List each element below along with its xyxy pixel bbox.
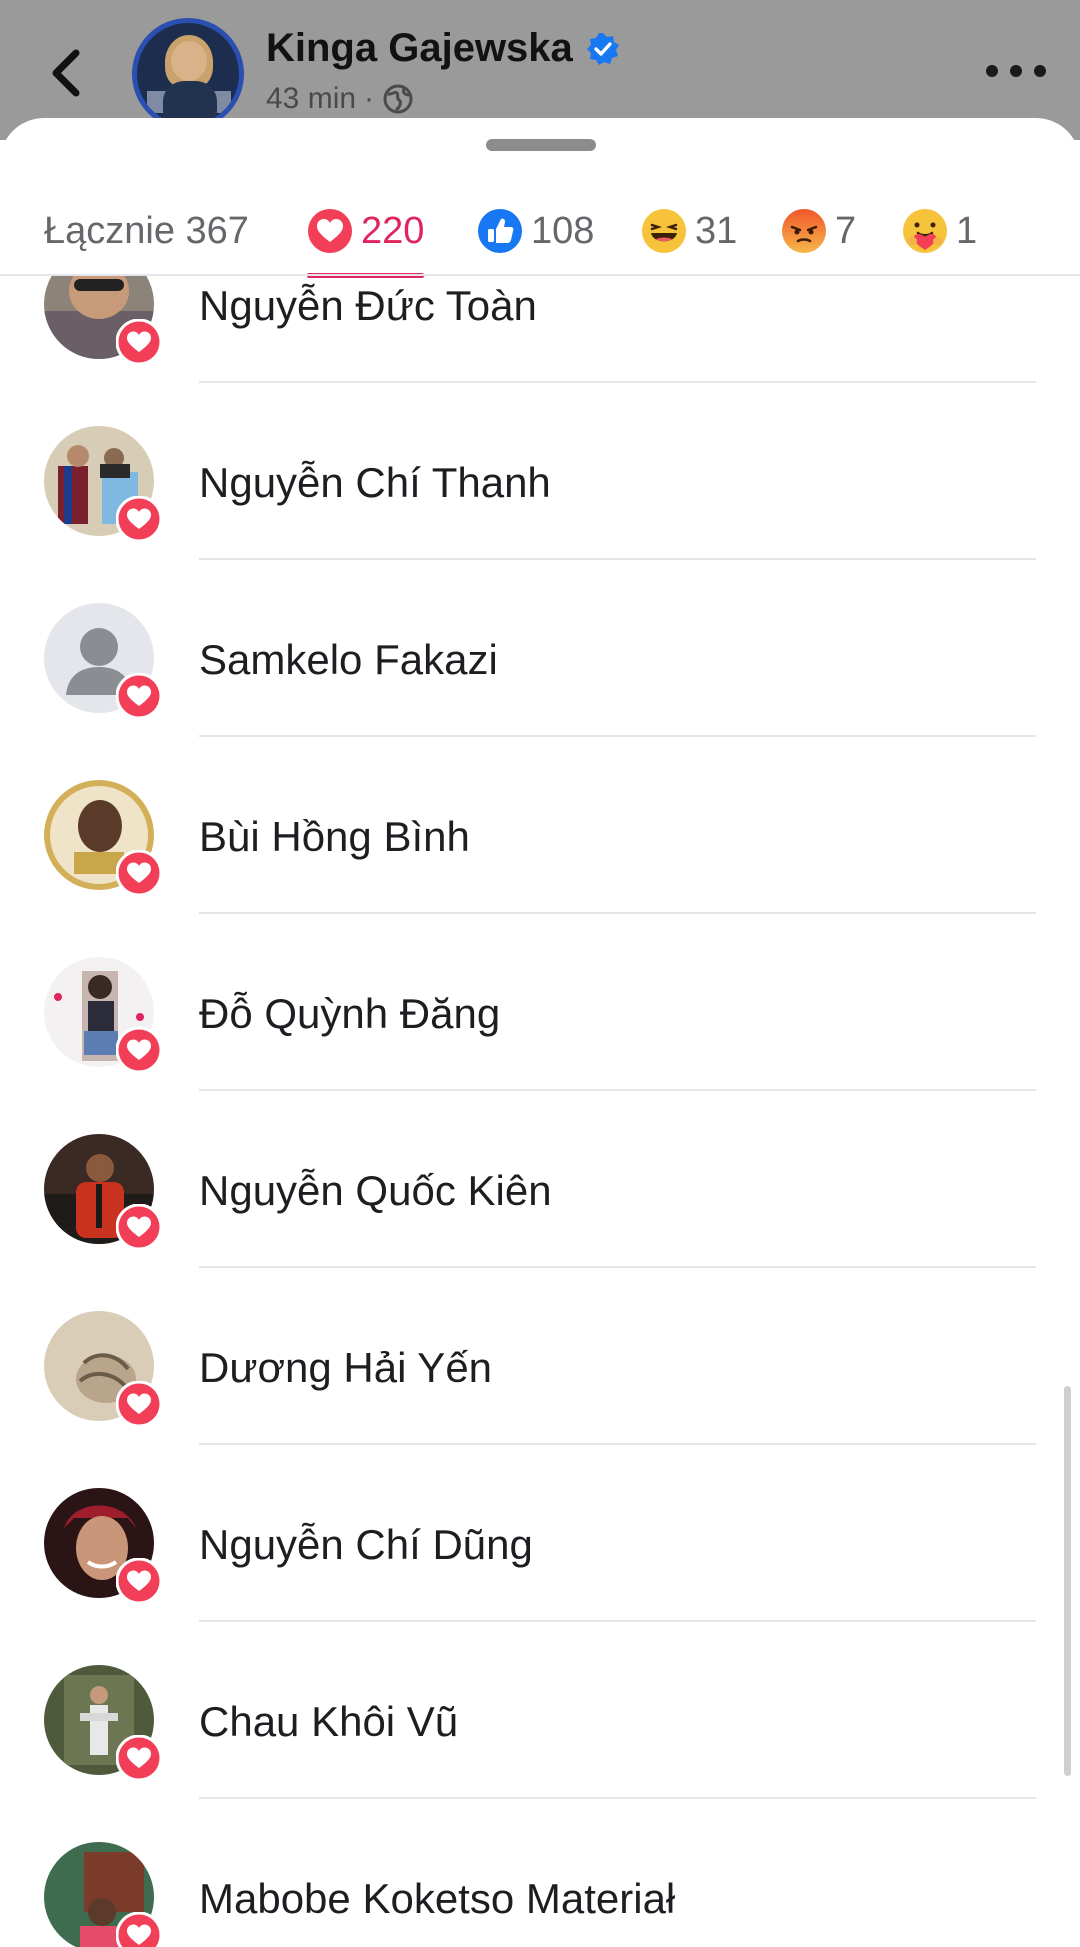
love-badge-icon xyxy=(116,1735,162,1781)
love-badge-icon xyxy=(116,496,162,542)
more-dots-icon xyxy=(986,65,998,77)
care-reaction-icon xyxy=(903,209,947,253)
tab-love[interactable]: 220 xyxy=(307,186,425,278)
tab-all-label: Łącznie 367 xyxy=(44,209,249,252)
love-reaction-icon xyxy=(308,209,352,253)
reactions-sheet: Łącznie 367 220 108 31 7 1 Nguyễn Đức To… xyxy=(0,118,1080,1947)
post-time: 43 min xyxy=(266,82,357,115)
list-item[interactable]: Dương Hải Yến xyxy=(0,1268,1080,1445)
haha-reaction-icon xyxy=(642,209,686,253)
love-badge-icon xyxy=(116,1381,162,1427)
reactor-name[interactable]: Dương Hải Yến xyxy=(199,1344,492,1392)
reactor-name[interactable]: Mabobe Koketso Materiał xyxy=(199,1875,675,1923)
reactors-list[interactable]: Nguyễn Đức Toàn Nguyễn Chí Thanh Samkelo… xyxy=(0,276,1080,1947)
reactor-name[interactable]: Nguyễn Chí Thanh xyxy=(199,459,551,507)
list-item[interactable]: Chau Khôi Vũ xyxy=(0,1622,1080,1799)
tab-love-count: 220 xyxy=(361,209,425,252)
love-badge-icon xyxy=(116,1558,162,1604)
love-badge-icon xyxy=(116,1027,162,1073)
page-avatar[interactable] xyxy=(132,18,244,130)
love-badge-icon xyxy=(116,1912,162,1947)
page-name[interactable]: Kinga Gajewska xyxy=(266,26,573,71)
scrollbar[interactable] xyxy=(1064,1386,1071,1776)
reactor-name[interactable]: Đỗ Quỳnh Đăng xyxy=(199,990,500,1038)
reactor-name[interactable]: Nguyễn Chí Dũng xyxy=(199,1521,533,1569)
back-button[interactable] xyxy=(40,48,90,98)
list-item[interactable]: Đỗ Quỳnh Đăng xyxy=(0,914,1080,1091)
tab-care[interactable]: 1 xyxy=(902,186,977,276)
drag-handle[interactable] xyxy=(486,139,596,151)
love-badge-icon xyxy=(116,850,162,896)
more-button[interactable] xyxy=(986,56,1046,86)
reactor-name[interactable]: Samkelo Fakazi xyxy=(199,636,498,684)
tab-haha-count: 31 xyxy=(695,209,738,252)
list-item[interactable]: Nguyễn Chí Dũng xyxy=(0,1445,1080,1622)
meta-separator: · xyxy=(364,82,375,115)
reactor-name[interactable]: Chau Khôi Vũ xyxy=(199,1698,458,1746)
list-item[interactable]: Samkelo Fakazi xyxy=(0,560,1080,737)
tab-care-count: 1 xyxy=(956,209,978,252)
love-badge-icon xyxy=(116,1204,162,1250)
reactor-name[interactable]: Nguyễn Quốc Kiên xyxy=(199,1167,552,1215)
list-item[interactable]: Nguyễn Đức Toàn xyxy=(0,276,1080,383)
angry-reaction-icon xyxy=(782,209,826,253)
reactor-name[interactable]: Bùi Hồng Bình xyxy=(199,813,470,861)
verified-badge-icon xyxy=(586,32,619,65)
like-reaction-icon xyxy=(478,209,522,253)
reaction-tabs: Łącznie 367 220 108 31 7 1 xyxy=(0,186,1080,278)
back-chevron-icon xyxy=(52,49,80,97)
list-item[interactable]: Nguyễn Chí Thanh xyxy=(0,383,1080,560)
tab-haha[interactable]: 31 xyxy=(641,186,737,276)
tab-all[interactable]: Łącznie 367 xyxy=(44,186,249,276)
list-item[interactable]: Mabobe Koketso Materiał xyxy=(0,1799,1080,1947)
globe-icon xyxy=(383,84,413,114)
tab-like-count: 108 xyxy=(531,209,595,252)
reactor-name[interactable]: Nguyễn Đức Toàn xyxy=(199,282,537,330)
list-item[interactable]: Nguyễn Quốc Kiên xyxy=(0,1091,1080,1268)
tab-angry-count: 7 xyxy=(835,209,857,252)
love-badge-icon xyxy=(116,319,162,365)
tab-angry[interactable]: 7 xyxy=(781,186,856,276)
love-badge-icon xyxy=(116,673,162,719)
list-item[interactable]: Bùi Hồng Bình xyxy=(0,737,1080,914)
tab-like[interactable]: 108 xyxy=(477,186,594,276)
